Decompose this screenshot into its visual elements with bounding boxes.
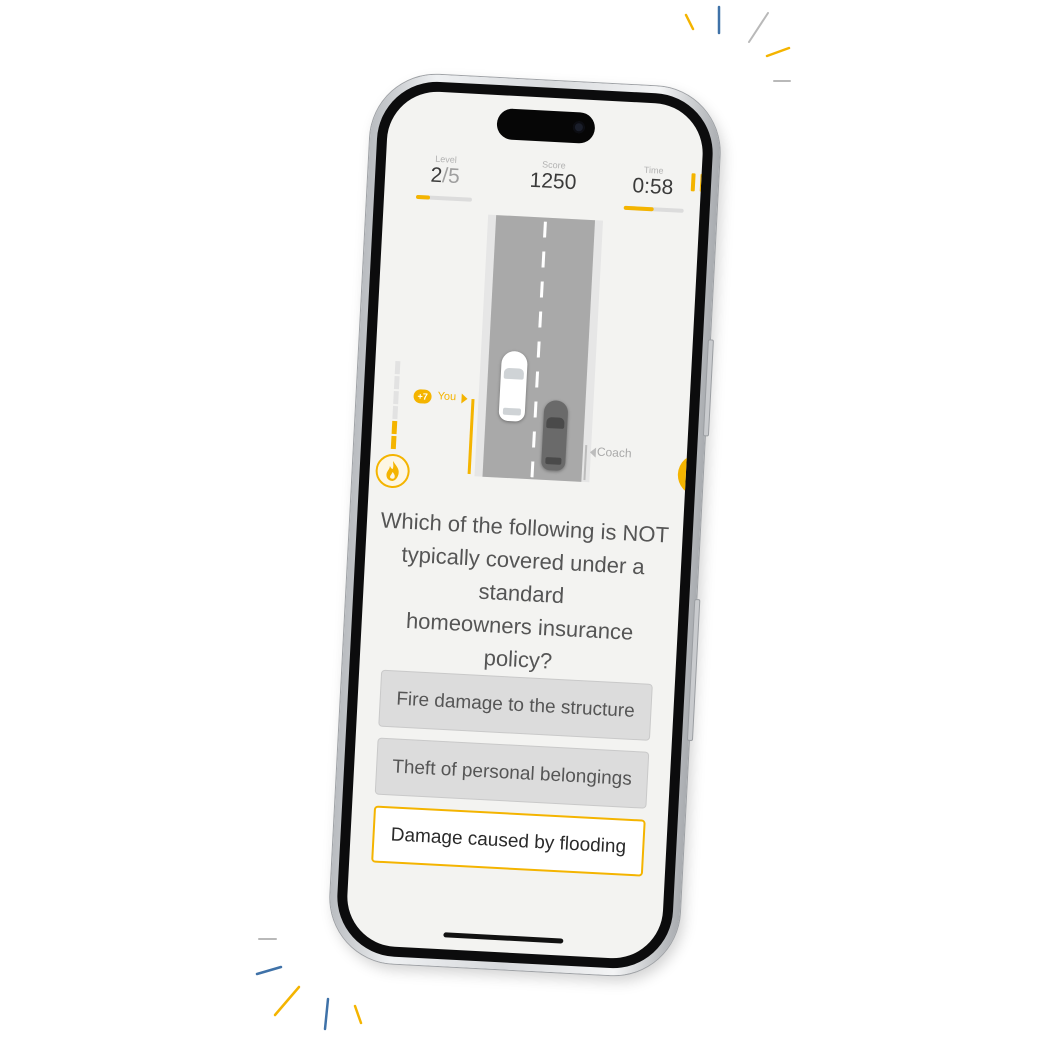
time-progress-bar — [623, 205, 684, 213]
you-label: You — [437, 390, 457, 404]
level-progress-bar — [415, 194, 473, 202]
streak-segment — [393, 390, 399, 405]
time-indicator: Time 0:58 — [620, 164, 686, 201]
streak-segment — [393, 375, 400, 390]
answer-label: Fire damage to the structure — [395, 688, 636, 722]
time-progress-fill — [623, 205, 654, 212]
coach-arrow-icon — [589, 447, 597, 458]
answer-option-3[interactable]: Damage caused by flooding — [371, 805, 646, 877]
phone-mockup: Level 2/5 Score 1250 Time 0:58 +7 You Co… — [326, 71, 724, 979]
streak-segment — [391, 420, 398, 435]
streak-segment — [392, 405, 399, 420]
score-value: 1250 — [529, 168, 577, 195]
player-position-marker — [467, 399, 475, 475]
answer-label: Theft of personal belongings — [391, 755, 633, 790]
answer-label: Damage caused by flooding — [390, 823, 627, 858]
level-total: /5 — [441, 164, 461, 189]
level-value: 2/5 — [415, 163, 476, 190]
time-value: 0:58 — [631, 174, 674, 200]
bonus-badge: +7 — [413, 389, 433, 404]
streak-segment — [390, 435, 397, 450]
fire-icon — [386, 461, 399, 481]
game-screen: Level 2/5 Score 1250 Time 0:58 +7 You Co… — [344, 89, 706, 961]
you-arrow-icon — [461, 393, 468, 404]
fire-button[interactable] — [374, 453, 411, 489]
question-text: Which of the following is NOT typically … — [359, 503, 683, 684]
score-indicator: Score 1250 — [512, 158, 594, 196]
coach-car — [540, 399, 569, 472]
home-indicator[interactable] — [443, 932, 564, 944]
streak-segment — [394, 360, 401, 375]
player-car — [498, 350, 529, 422]
level-progress-fill — [415, 194, 431, 200]
level-indicator: Level 2/5 — [415, 153, 477, 190]
camera-icon — [572, 120, 586, 134]
answer-option-2[interactable]: Theft of personal belongings — [374, 737, 650, 809]
coach-label: Coach — [596, 444, 632, 461]
dynamic-island — [496, 108, 596, 145]
